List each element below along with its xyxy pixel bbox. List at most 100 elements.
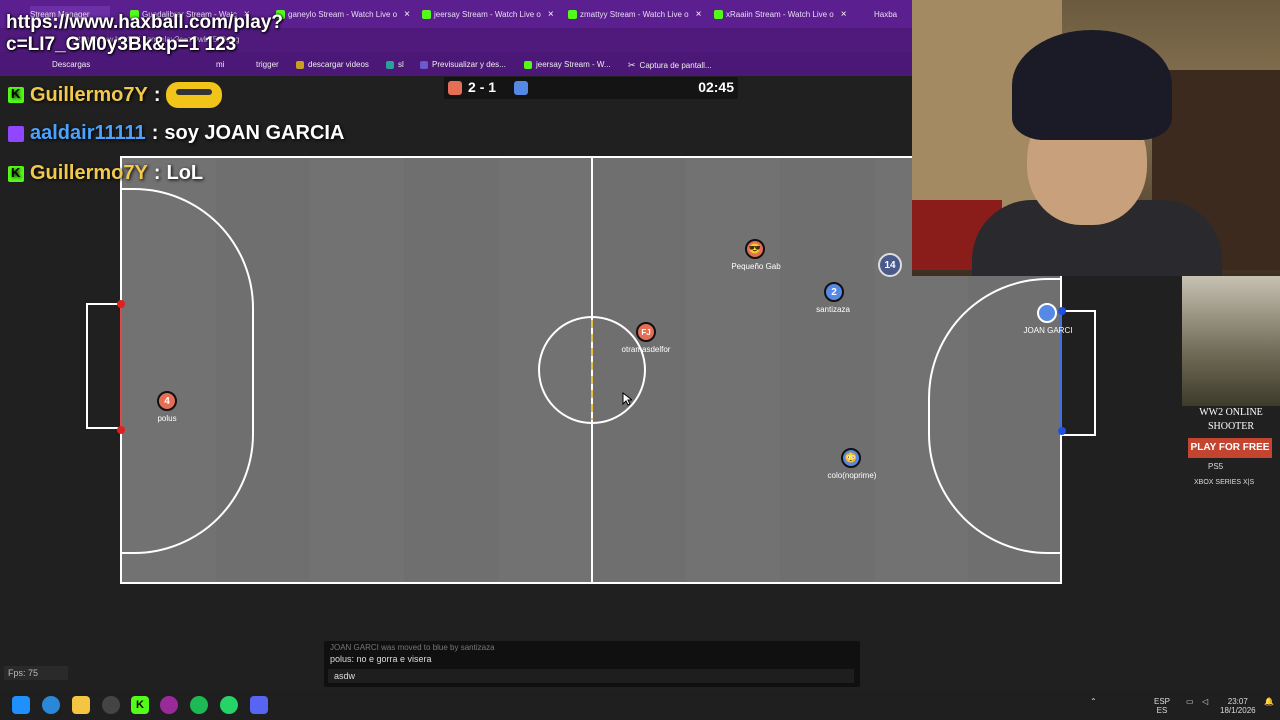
player-blue: 2: [824, 282, 844, 302]
settings-icon[interactable]: [102, 696, 120, 714]
volume-icon[interactable]: ◁: [1202, 697, 1208, 706]
ps5-logo: PS5: [1208, 462, 1224, 471]
score-text: 2 - 1: [468, 79, 497, 95]
bookmark-icon: [386, 60, 394, 69]
kick-app-icon[interactable]: K: [131, 696, 149, 714]
bookmark-descargar-videos[interactable]: descargar videos: [296, 60, 369, 69]
chevron-up-icon[interactable]: ⌃: [1090, 697, 1097, 706]
stream-chat-message: Guillermo7Y :: [8, 82, 223, 108]
player-red: 4: [157, 391, 177, 411]
left-goal-line: [120, 304, 122, 430]
tab-ganeylo[interactable]: ganeylo Stream - Watch Live o ×: [276, 6, 412, 22]
ball: 14: [878, 253, 902, 277]
webcam-feed: [912, 0, 1280, 276]
ad-banner[interactable]: WW2 ONLINE SHOOTER PLAY FOR FREE PS5 XBO…: [1180, 276, 1280, 690]
close-icon[interactable]: ×: [404, 9, 410, 20]
player-avatar: FJ: [641, 327, 651, 337]
chat-input[interactable]: [328, 669, 854, 683]
tab-haxball[interactable]: Haxba: [874, 6, 912, 22]
folder-icon[interactable]: [72, 696, 90, 714]
kick-icon: [8, 86, 24, 103]
chat-username: aaldair11111: [30, 122, 146, 144]
bookmark-icon: [420, 60, 428, 69]
player-avatar: 4: [164, 395, 170, 407]
chat-text: soy JOAN GARCIA: [164, 122, 345, 144]
chat-username: Guillermo7Y: [30, 83, 148, 106]
overlay-room-link: https://www.haxball.com/play? c=LI7_GM0y…: [6, 12, 283, 55]
goal-post: [117, 426, 125, 434]
ad-soldier-image: [1182, 276, 1280, 406]
left-goal: [86, 303, 120, 429]
bookmark-jeersay[interactable]: jeersay Stream - W...: [524, 60, 611, 69]
app-icon[interactable]: [160, 696, 178, 714]
play-for-free-button[interactable]: PLAY FOR FREE: [1188, 438, 1272, 458]
stream-chat-message: Guillermo7Y : LoL: [8, 162, 203, 185]
bookmark-sl[interactable]: sl: [386, 60, 404, 69]
kick-icon: [8, 165, 24, 182]
screen: Stream Manager Guadalibrar Stream - Watc…: [0, 0, 1280, 720]
chat-separator: :: [153, 162, 161, 184]
chat-log-line: polus: no e gorra e visera: [330, 654, 432, 664]
player-name: santizaza: [816, 305, 850, 314]
player-avatar: 2: [831, 286, 837, 298]
fps-counter: Fps: 75: [4, 666, 68, 680]
whatsapp-icon[interactable]: [220, 696, 238, 714]
goal-post: [1058, 427, 1066, 435]
stream-chat-message: aaldair11111 : soy JOAN GARCIA: [8, 122, 344, 145]
tab-xraaiin[interactable]: xRaaiin Stream - Watch Live o ×: [714, 6, 854, 22]
cursor-icon: [622, 392, 632, 406]
close-icon[interactable]: ×: [548, 9, 554, 20]
player-avatar: 😎: [748, 243, 762, 255]
chat-separator: :: [153, 83, 161, 106]
bookmark-icon: [296, 60, 304, 69]
game-chat: JOAN GARCI was moved to blue by santizaz…: [324, 641, 860, 687]
edge-icon[interactable]: [42, 696, 60, 714]
notification-icon[interactable]: 🔔: [1264, 697, 1274, 706]
discord-icon[interactable]: [250, 696, 268, 714]
bookmark-descargas[interactable]: Descargas: [52, 60, 90, 69]
language-indicator[interactable]: ESP ES: [1154, 697, 1170, 715]
chat-separator: :: [151, 122, 159, 144]
close-icon[interactable]: ×: [841, 9, 847, 20]
windows-start-icon[interactable]: [12, 696, 30, 714]
tab-label: ganeylo Stream - Watch Live o: [288, 9, 398, 19]
player-red: FJ: [636, 322, 656, 342]
player-name: colo(noprime): [827, 471, 877, 480]
tab-zmattyy[interactable]: zmattyy Stream - Watch Live o ×: [568, 6, 704, 22]
twitch-icon: [8, 125, 24, 142]
kick-icon: [568, 9, 577, 19]
bookmark-captura[interactable]: ✂ Captura de pantall...: [628, 60, 712, 71]
tab-jeersay[interactable]: jeersay Stream - Watch Live o ×: [422, 6, 558, 22]
emote-glasses-icon: [166, 82, 223, 108]
match-clock: 02:45: [698, 79, 734, 95]
tab-label: Haxba: [874, 9, 898, 19]
tab-label: xRaaiin Stream - Watch Live o: [726, 9, 834, 19]
close-icon[interactable]: ×: [696, 9, 702, 20]
clock[interactable]: 23:07 18/1/2026: [1220, 697, 1256, 715]
left-penalty-area: [120, 188, 254, 554]
kick-icon: [714, 9, 723, 19]
player-name: polus: [157, 414, 177, 423]
bookmark-previsualizar[interactable]: Previsualizar y des...: [420, 60, 506, 69]
goal-post: [1058, 307, 1066, 315]
bookmark-trigger[interactable]: trigger: [256, 60, 279, 69]
player-avatar: 😳: [844, 452, 858, 464]
chat-username: Guillermo7Y: [30, 162, 148, 184]
goal-post: [117, 300, 125, 308]
bookmark-mi[interactable]: mi: [216, 60, 224, 69]
tab-label: zmattyy Stream - Watch Live o: [580, 9, 689, 19]
player-name: Pequeño Gab: [731, 262, 781, 271]
kick-icon: [524, 60, 532, 69]
kickoff-barrier: [591, 320, 593, 420]
chat-text: LoL: [166, 162, 204, 184]
red-team-icon: [448, 81, 462, 95]
tab-label: jeersay Stream - Watch Live o: [434, 9, 541, 19]
player-blue-self: [1037, 303, 1057, 323]
kick-icon: [422, 9, 431, 19]
player-blue: 😳: [841, 448, 861, 468]
ad-title: WW2 ONLINE SHOOTER: [1199, 407, 1263, 432]
network-icon[interactable]: ▭: [1186, 697, 1194, 706]
player-red: 😎: [745, 239, 765, 259]
player-name: otramasdelfor: [621, 345, 671, 354]
spotify-icon[interactable]: [190, 696, 208, 714]
